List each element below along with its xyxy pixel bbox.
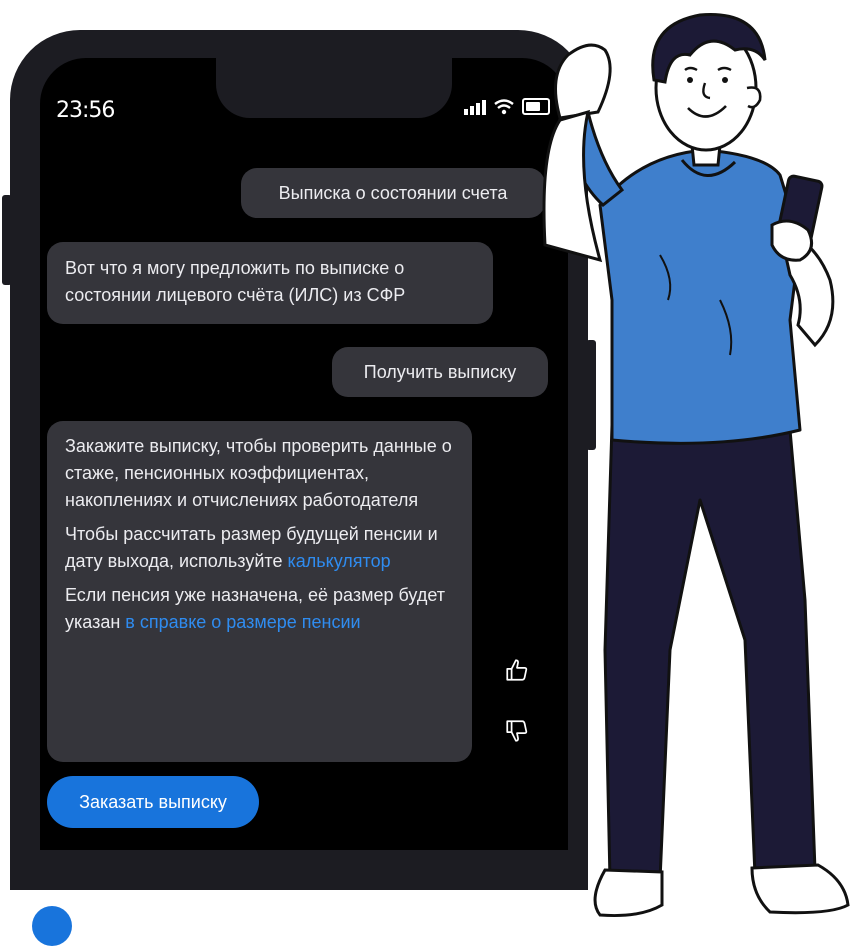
decorative-dot — [32, 906, 72, 946]
status-time: 23:56 — [56, 98, 115, 123]
thumbs-down-icon[interactable] — [504, 718, 530, 744]
user-message-text: Получить выписку — [363, 361, 517, 382]
thumbs-up-icon[interactable] — [504, 657, 530, 683]
user-message-text: Выписка о состоянии счета — [278, 182, 508, 203]
bot-message-text: Вот что я могу предложить по выписке о с… — [65, 258, 406, 305]
bot-paragraph: Закажите выписку, чтобы проверить данные… — [65, 436, 452, 510]
order-statement-button[interactable]: Заказать выписку — [47, 776, 259, 828]
person-illustration — [542, 13, 850, 918]
user-message: Выписка о состоянии счета — [241, 168, 545, 218]
phone-notch — [216, 58, 452, 118]
bot-message: Вот что я могу предложить по выписке о с… — [47, 242, 493, 324]
wifi-icon — [494, 99, 514, 115]
calculator-link[interactable]: калькулятор — [287, 551, 390, 571]
signal-icon — [464, 100, 486, 115]
bot-message: Закажите выписку, чтобы проверить данные… — [47, 421, 472, 762]
pension-certificate-link[interactable]: в справке о размере пенсии — [125, 612, 360, 632]
user-message: Получить выписку — [332, 347, 548, 397]
bot-paragraph: Чтобы рассчитать размер будущей пенсии и… — [65, 524, 438, 571]
bot-paragraph: Если пенсия уже назначена, её размер буд… — [65, 585, 445, 632]
